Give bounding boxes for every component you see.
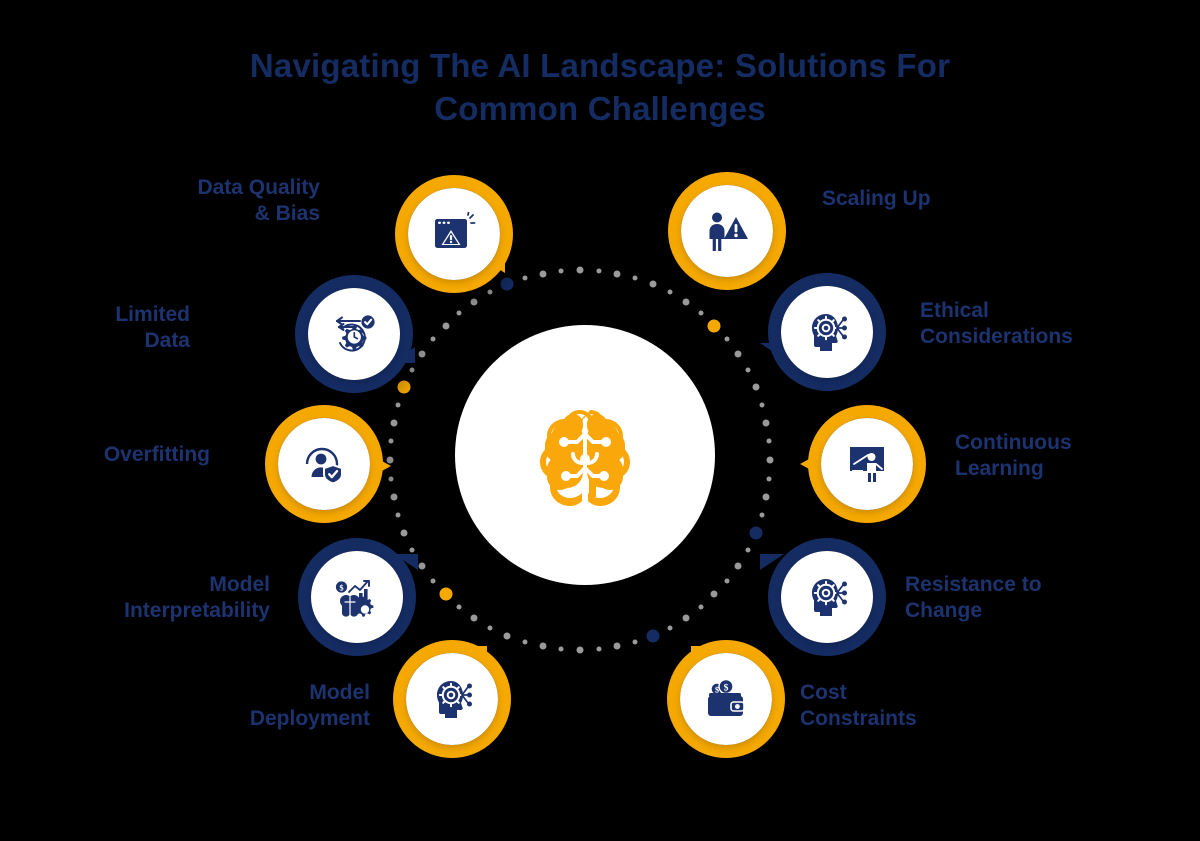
orbit-dot [456,604,462,610]
orbit-dot [649,280,657,288]
orbit-dot [558,646,564,652]
node-icon-well [278,418,370,510]
orbit-dot [766,438,772,444]
orbit-dot [667,289,673,295]
orbit-dot [710,590,718,598]
orbit-dot [390,419,398,427]
orbit-dot [400,529,408,537]
node-icon-well [681,185,773,277]
orbit-dot [749,526,763,540]
label-ethical-considerations: Ethical Considerations [920,299,1073,348]
analytics-brain-gear-icon: $ [334,575,380,619]
orbit-dot [395,512,401,518]
orbit-dot [487,625,493,631]
node-icon-well [408,188,500,280]
node-ethical-considerations[interactable] [760,273,892,399]
orbit-dot [745,547,751,553]
head-gear-network-icon [804,310,850,354]
node-model-deployment[interactable] [393,640,517,766]
label-scaling-up: Scaling Up [822,187,931,210]
orbit-dot [558,268,564,274]
orbit-dot [762,493,770,501]
node-icon-well [821,418,913,510]
orbit-dot [439,587,453,601]
orbit-dot [418,350,426,358]
orbit-dot [762,419,770,427]
orbit-dot [388,438,394,444]
node-overfitting[interactable] [265,405,391,531]
orbit-dot [539,642,547,650]
clock-gear-check-icon [330,312,378,356]
orbit-dot [632,639,638,645]
orbit-dot [430,336,436,342]
orbit-dot [724,336,730,342]
orbit-dot [430,578,436,584]
orbit-dot [613,270,621,278]
node-limited-data[interactable] [295,275,419,401]
orbit-dot [745,367,751,373]
orbit-dot [418,562,426,570]
label-model-interpretability: Model Interpretability [124,573,270,622]
orbit-dot [395,402,401,408]
head-gear-network-icon [429,677,475,721]
node-icon-well [308,288,400,380]
orbit-dot [456,310,462,316]
orbit-dot [766,476,772,482]
node-resistance-to-change[interactable] [760,538,892,664]
orbit-dot [698,604,704,610]
label-continuous-learning: Continuous Learning [955,431,1072,480]
orbit-dot [667,625,673,631]
user-shield-check-icon [301,442,347,486]
orbit-dot [724,578,730,584]
orbit-dot [752,383,760,391]
orbit-dot [522,275,528,281]
orbit-dot [734,562,742,570]
orbit-dot [576,646,584,654]
orbit-dot [596,268,602,274]
orbit-dot [522,639,528,645]
page-title: Navigating The AI Landscape: Solutions F… [249,47,951,127]
orbit-dot [632,275,638,281]
orbit-dot [442,322,450,330]
browser-warning-icon [431,212,477,256]
node-continuous-learning[interactable] [800,405,932,531]
infographic-canvas: Navigating The AI Landscape: Solutions F… [0,0,1200,841]
node-icon-well: $ [311,551,403,643]
label-model-deployment: Model Deployment [249,681,370,730]
label-limited-data: Limited Data [115,303,190,352]
orbit-dot [613,642,621,650]
node-icon-well [406,653,498,745]
label-overfitting: Overfitting [103,443,210,466]
orbit-dot [682,298,690,306]
presentation-board-icon [844,443,890,485]
orbit-dot [390,493,398,501]
node-icon-well [781,286,873,378]
orbit-dot [470,614,478,622]
orbit-dot [682,614,690,622]
center-hub [455,325,715,585]
orbit-dot [734,350,742,358]
label-resistance-to-change: Resistance to Change [905,573,1042,622]
person-warning-icon [704,209,750,253]
orbit-dot [596,646,602,652]
ai-brain-icon [525,396,645,514]
orbit-dot [759,512,765,518]
node-model-interpretability[interactable]: $ [298,538,422,664]
node-icon-well: $ $ [680,653,772,745]
orbit-dot [576,266,584,274]
svg-text:$: $ [724,682,729,693]
node-cost-constraints[interactable]: $ $ [667,640,791,766]
head-gear-network-icon [804,575,850,619]
orbit-dot [646,629,660,643]
wallet-money-icon: $ $ [703,678,749,720]
orbit-dot [539,270,547,278]
node-icon-well [781,551,873,643]
orbit-dot [698,310,704,316]
label-data-quality-bias: Data Quality & Bias [197,176,320,225]
orbit-dot [707,319,721,333]
orbit-dot [759,402,765,408]
orbit-dot [503,632,511,640]
label-cost-constraints: Cost Constraints [800,681,917,730]
orbit-dot [766,456,774,464]
